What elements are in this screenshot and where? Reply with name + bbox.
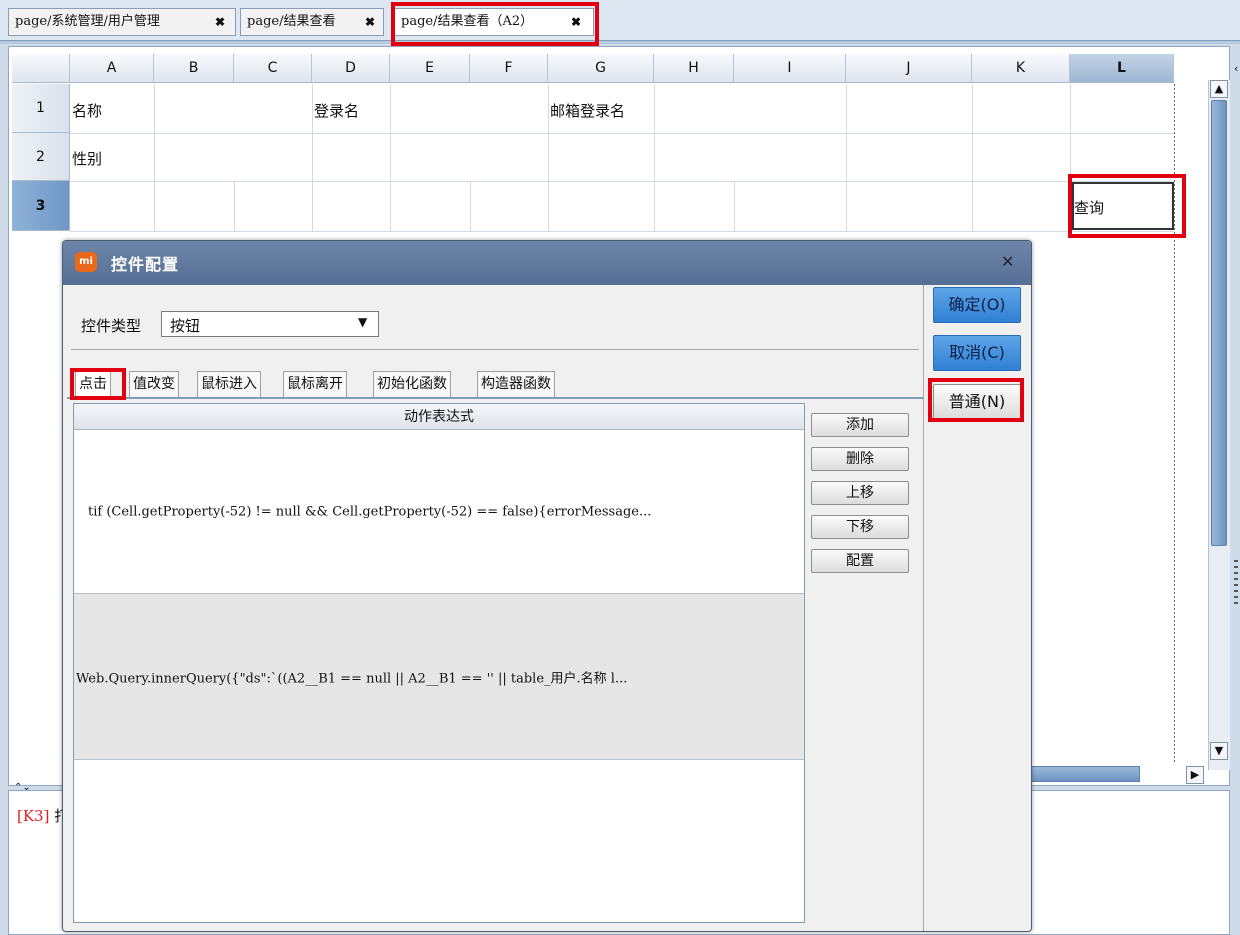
- tab-divider: [0, 40, 1240, 44]
- grid-line: [70, 133, 1174, 134]
- column-divider: [923, 285, 924, 931]
- grid-line: [972, 84, 973, 231]
- tab-mouse-leave[interactable]: 鼠标离开: [283, 371, 347, 397]
- grid-line: [390, 84, 391, 231]
- grid-line: [470, 181, 471, 231]
- app-logo-icon: mi: [75, 252, 97, 272]
- cancel-button[interactable]: 取消(C): [933, 335, 1021, 371]
- cell-d1[interactable]: 登录名: [314, 100, 359, 121]
- log-cell-ref: [K3]: [17, 807, 50, 825]
- column-header-a[interactable]: A: [70, 54, 154, 83]
- scroll-right-icon[interactable]: ▶: [1186, 766, 1204, 784]
- delete-button[interactable]: 删除: [811, 447, 909, 471]
- add-button[interactable]: 添加: [811, 413, 909, 437]
- corner-cell[interactable]: [12, 54, 70, 83]
- control-config-dialog: mi 控件配置 ✕ 控件类型 按钮 ▼ 点击 值改变 鼠标进入 鼠标离开 初始化…: [62, 240, 1032, 932]
- document-tab-bar: page/系统管理/用户管理 ✖ page/结果查看 ✖ page/结果查看（A…: [0, 0, 1240, 44]
- collapse-arrows-icon[interactable]: ⌃⌄: [14, 782, 31, 793]
- chevron-down-icon: ▼: [358, 315, 368, 329]
- tab-click[interactable]: 点击: [75, 371, 111, 397]
- column-header-k[interactable]: K: [972, 54, 1070, 83]
- action-expression: Web.Query.innerQuery({"ds":`((A2__B1 == …: [76, 671, 628, 686]
- column-header-f[interactable]: F: [470, 54, 548, 83]
- cell-l3[interactable]: 查询: [1074, 197, 1104, 218]
- scrollbar-thumb[interactable]: [1211, 100, 1227, 546]
- tab-result-view-a2[interactable]: page/结果查看（A2） ✖: [394, 8, 594, 36]
- column-header-b[interactable]: B: [154, 54, 234, 83]
- dialog-title-bar[interactable]: mi 控件配置: [63, 241, 1031, 285]
- control-type-select[interactable]: 按钮 ▼: [161, 311, 379, 337]
- move-down-button[interactable]: 下移: [811, 515, 909, 539]
- configure-button[interactable]: 配置: [811, 549, 909, 573]
- tab-value-change[interactable]: 值改变: [129, 371, 179, 397]
- splitter-arrow-icon[interactable]: ‹: [1234, 62, 1238, 75]
- close-icon[interactable]: ✖: [571, 9, 581, 35]
- scroll-up-icon[interactable]: ▲: [1210, 80, 1228, 98]
- ok-button[interactable]: 确定(O): [933, 287, 1021, 323]
- column-header-g[interactable]: G: [548, 54, 654, 83]
- tab-init-function[interactable]: 初始化函数: [373, 371, 451, 397]
- column-header-i[interactable]: I: [734, 54, 846, 83]
- tab-constructor-function[interactable]: 构造器函数: [477, 371, 555, 397]
- move-up-button[interactable]: 上移: [811, 481, 909, 505]
- column-header-e[interactable]: E: [390, 54, 470, 83]
- grid-line: [734, 181, 735, 231]
- grid-line: [234, 181, 235, 231]
- page-boundary-line: [1174, 84, 1175, 764]
- grid-line: [312, 84, 313, 231]
- action-expression: tif (Cell.getProperty(-52) != null && Ce…: [88, 504, 652, 519]
- tab-panel-edge: [67, 397, 923, 399]
- tab-label: page/结果查看（A2）: [401, 14, 534, 29]
- divider: [71, 349, 919, 350]
- action-expression-list[interactable]: 动作表达式 tif (Cell.getProperty(-52) != null…: [73, 403, 805, 923]
- list-header: 动作表达式: [74, 404, 804, 430]
- row-header-1[interactable]: 1: [12, 84, 70, 133]
- column-header-j[interactable]: J: [846, 54, 972, 83]
- grid-line: [548, 84, 549, 231]
- grid-line: [654, 84, 655, 231]
- grid-line: [70, 181, 1174, 182]
- close-icon[interactable]: ✕: [1001, 252, 1014, 271]
- list-item[interactable]: Web.Query.innerQuery({"ds":`((A2__B1 == …: [74, 594, 804, 760]
- tab-label: page/结果查看: [247, 14, 336, 29]
- row-header-2[interactable]: 2: [12, 133, 70, 181]
- grid-line: [70, 231, 1174, 232]
- grid-line: [846, 84, 847, 231]
- tab-label: page/系统管理/用户管理: [15, 14, 160, 29]
- row-header-3[interactable]: 3: [12, 181, 70, 231]
- horizontal-scrollbar-thumb[interactable]: [1030, 766, 1140, 782]
- splitter-grip-icon[interactable]: [1234, 560, 1238, 604]
- cell-g1[interactable]: 邮箱登录名: [550, 100, 625, 121]
- grid-line: [1070, 84, 1071, 231]
- scroll-down-icon[interactable]: ▼: [1210, 742, 1228, 760]
- cell-a2[interactable]: 性别: [72, 148, 102, 169]
- dialog-title: 控件配置: [111, 255, 180, 274]
- column-header-d[interactable]: D: [312, 54, 390, 83]
- column-header-h[interactable]: H: [654, 54, 734, 83]
- grid-line: [154, 84, 155, 231]
- list-item[interactable]: tif (Cell.getProperty(-52) != null && Ce…: [74, 430, 804, 594]
- tab-result-view[interactable]: page/结果查看 ✖: [240, 8, 384, 36]
- cell-a1[interactable]: 名称: [72, 100, 102, 121]
- close-icon[interactable]: ✖: [215, 9, 225, 35]
- control-type-value: 按钮: [170, 317, 201, 335]
- control-type-label: 控件类型: [81, 317, 142, 335]
- column-header-l[interactable]: L: [1070, 54, 1174, 83]
- normal-mode-button[interactable]: 普通(N): [933, 384, 1021, 420]
- close-icon[interactable]: ✖: [365, 9, 375, 35]
- tab-user-management[interactable]: page/系统管理/用户管理 ✖: [8, 8, 236, 36]
- column-header-c[interactable]: C: [234, 54, 312, 83]
- tab-mouse-enter[interactable]: 鼠标进入: [197, 371, 261, 397]
